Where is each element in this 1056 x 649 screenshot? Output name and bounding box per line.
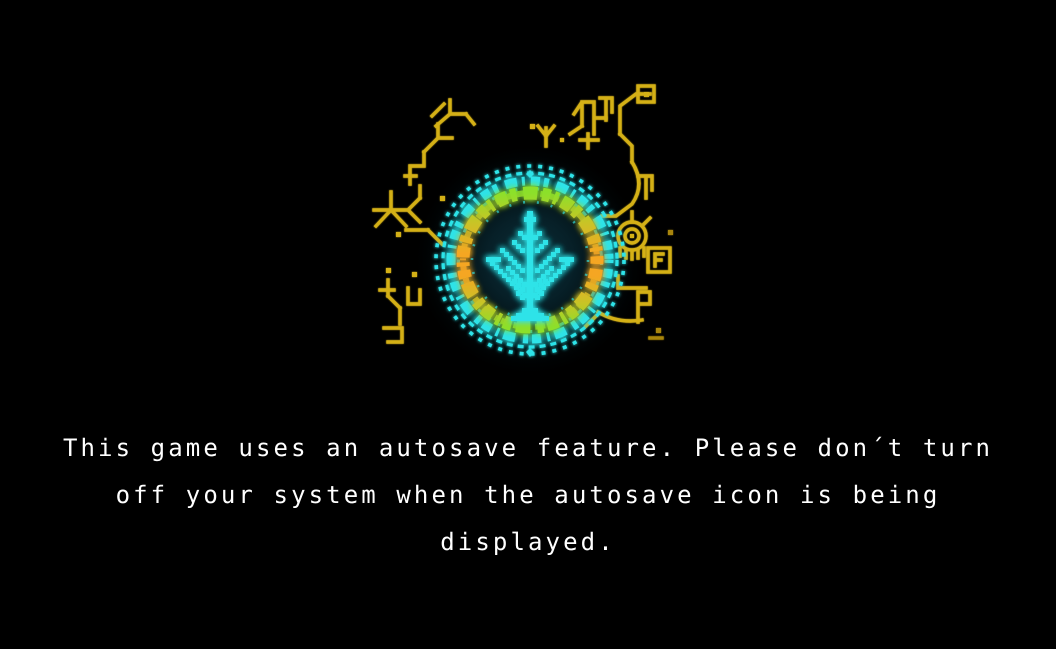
autosave-icon [350, 80, 710, 380]
game-screen: This game uses an autosave feature. Plea… [0, 0, 1056, 649]
notice-line-3: displayed. [440, 528, 616, 556]
autosave-notice: This game uses an autosave feature. Plea… [0, 425, 1056, 566]
notice-line-1: This game uses an autosave feature. Plea… [62, 434, 994, 462]
notice-line-2: off your system when the autosave icon i… [115, 481, 941, 509]
autosave-icon-graphic [372, 84, 673, 378]
